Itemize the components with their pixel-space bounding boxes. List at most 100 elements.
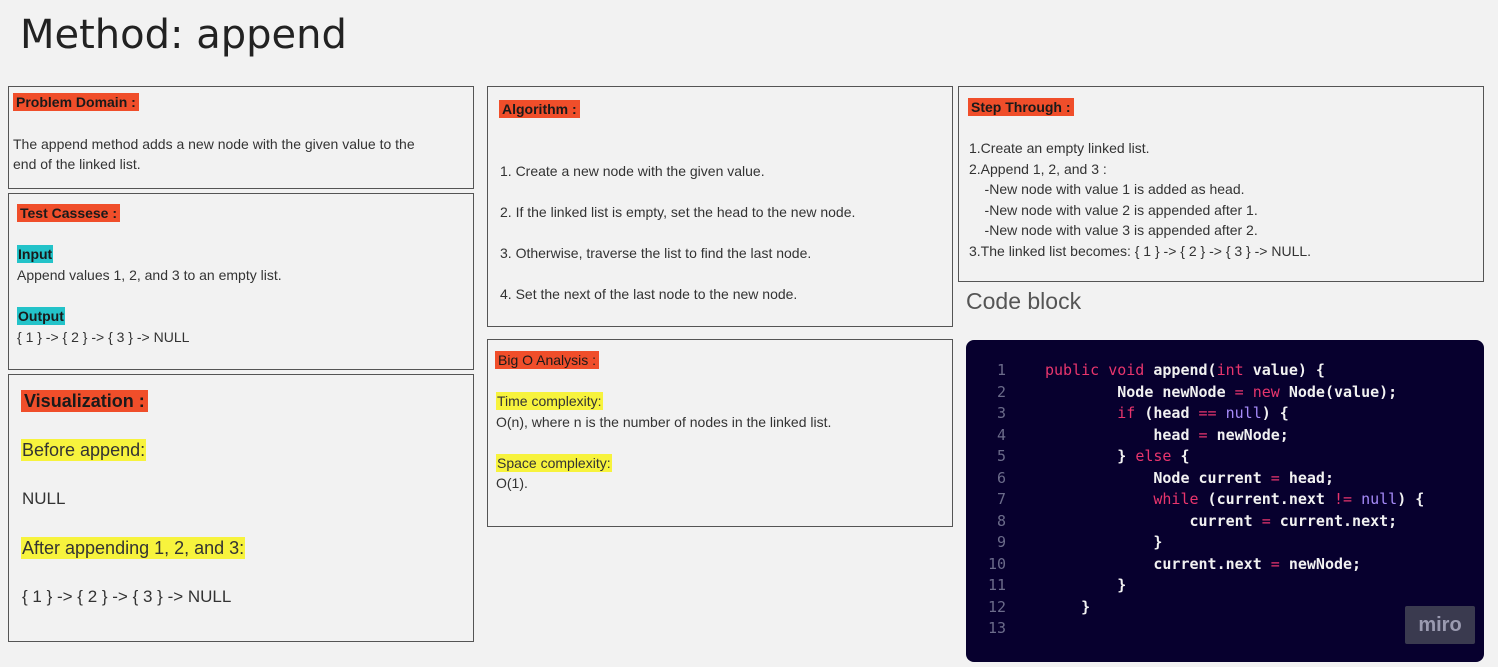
code-token: Node(value); — [1279, 382, 1398, 401]
step-through-heading: Step Through : — [968, 98, 1074, 116]
algorithm-step: 4. Set the next of the last node to the … — [500, 286, 798, 302]
code-line-number: 8 — [996, 511, 1006, 530]
after-append-label: After appending 1, 2, and 3: — [21, 537, 246, 559]
problem-domain-heading: Problem Domain : — [13, 93, 139, 111]
code-token: public void — [1045, 361, 1154, 379]
code-token: = — [1270, 468, 1280, 487]
code-token: new — [1243, 382, 1280, 401]
time-complexity-label: Time complexity: — [496, 392, 603, 410]
step-through-line: -New node with value 1 is added as head. — [969, 181, 1245, 197]
code-line: current.next = newNode; — [1045, 554, 1361, 576]
code-token: head; — [1279, 468, 1334, 487]
code-token: = — [1234, 382, 1244, 401]
code-token: Node current — [1045, 468, 1271, 487]
code-token: } — [1045, 576, 1127, 594]
code-token: { — [1171, 447, 1190, 465]
code-line-number: 9 — [996, 533, 1006, 551]
code-line-number: 12 — [987, 597, 1006, 616]
code-token: == — [1198, 404, 1217, 422]
step-through-card[interactable]: Step Through : 1.Create an empty linked … — [958, 86, 1484, 282]
space-complexity-label: Space complexity: — [496, 454, 612, 472]
code-line-number: 2 — [996, 382, 1006, 401]
step-through-line: 3.The linked list becomes: { 1 } -> { 2 … — [969, 243, 1312, 259]
code-block-label: Code block — [966, 288, 1082, 314]
code-line: if (head == null) { — [1045, 403, 1289, 425]
code-token: newNode; — [1207, 425, 1289, 444]
code-token: != — [1334, 490, 1353, 508]
space-complexity-text: O(1). — [496, 475, 528, 491]
code-token: else — [1135, 447, 1172, 465]
algorithm-step: 3. Otherwise, traverse the list to find … — [500, 245, 812, 261]
big-o-heading: Big O Analysis : — [495, 351, 600, 369]
step-through-line: 2.Append 1, 2, and 3 : — [969, 161, 1107, 177]
output-label: Output — [17, 307, 65, 325]
code-token: append( — [1153, 361, 1217, 379]
code-line: current = current.next; — [1045, 511, 1397, 533]
time-complexity-text: O(n), where n is the number of nodes in … — [496, 414, 832, 430]
code-token: null — [1352, 490, 1398, 508]
code-token: = — [1270, 554, 1280, 573]
output-text: { 1 } -> { 2 } -> { 3 } -> NULL — [17, 329, 190, 345]
problem-domain-card[interactable]: Problem Domain : The append method adds … — [8, 86, 474, 189]
code-line-number: 10 — [987, 554, 1006, 573]
code-token: Node newNode — [1045, 382, 1235, 401]
algorithm-step: 1. Create a new node with the given valu… — [500, 163, 765, 179]
after-append-value: { 1 } -> { 2 } -> { 3 } -> NULL — [22, 587, 232, 606]
code-line: } — [1045, 575, 1126, 597]
algorithm-step: 2. If the linked list is empty, set the … — [500, 204, 856, 220]
code-line: Node current = head; — [1045, 468, 1334, 490]
code-line: while (current.next != null) { — [1045, 489, 1424, 511]
code-line: public void append(int value) { — [1045, 360, 1325, 382]
code-line-number: 13 — [987, 619, 1006, 637]
code-token: current.next — [1045, 554, 1271, 573]
input-label: Input — [17, 245, 54, 263]
code-line: } else { — [1045, 446, 1190, 468]
code-token: ) { — [1261, 404, 1289, 422]
visualization-card[interactable]: Visualization : Before append: NULL Afte… — [8, 374, 474, 642]
code-token: value) { — [1243, 361, 1325, 379]
code-token: (head — [1135, 404, 1199, 422]
code-line-number: 6 — [996, 468, 1006, 487]
step-through-line: 1.Create an empty linked list. — [969, 140, 1150, 156]
before-append-label: Before append: — [21, 439, 147, 461]
code-token: ) { — [1397, 490, 1425, 508]
code-token: newNode; — [1279, 554, 1362, 573]
step-through-line: -New node with value 2 is appended after… — [969, 202, 1258, 218]
code-token: null — [1216, 404, 1262, 422]
code-token: = — [1261, 511, 1271, 530]
problem-domain-line: end of the linked list. — [13, 156, 141, 172]
code-token: head — [1045, 425, 1199, 444]
code-token: (current.next — [1198, 490, 1334, 508]
code-line-number: 5 — [996, 447, 1006, 465]
input-text: Append values 1, 2, and 3 to an empty li… — [17, 267, 282, 283]
algorithm-heading: Algorithm : — [499, 100, 580, 118]
code-line-number: 7 — [996, 490, 1006, 508]
test-cases-heading: Test Cassese : — [17, 204, 121, 222]
code-line: head = newNode; — [1045, 425, 1289, 447]
code-line: } — [1045, 532, 1162, 554]
code-line-number: 4 — [996, 425, 1006, 444]
algorithm-card[interactable]: Algorithm : 1. Create a new node with th… — [487, 86, 953, 327]
visualization-heading: Visualization : — [21, 390, 148, 412]
code-line-number: 1 — [996, 361, 1006, 379]
code-line: } — [1045, 597, 1090, 619]
code-line-number: 11 — [987, 576, 1006, 594]
code-token: } — [1045, 597, 1091, 616]
code-token: } — [1045, 533, 1163, 551]
code-token: current.next; — [1270, 511, 1398, 530]
code-token: = — [1198, 425, 1208, 444]
test-cases-card[interactable]: Test Cassese : Input Append values 1, 2,… — [8, 193, 474, 370]
code-token: if — [1045, 404, 1136, 422]
code-token: int — [1216, 361, 1244, 379]
code-token: } — [1045, 447, 1136, 465]
code-token: while — [1045, 490, 1199, 508]
big-o-card[interactable]: Big O Analysis : Time complexity: O(n), … — [487, 339, 953, 527]
before-append-value: NULL — [22, 489, 66, 508]
step-through-line: -New node with value 3 is appended after… — [969, 222, 1258, 238]
problem-domain-line: The append method adds a new node with t… — [13, 136, 415, 152]
page-title: Method: append — [20, 12, 347, 58]
code-line-number: 3 — [996, 404, 1006, 422]
code-token: current — [1045, 511, 1262, 530]
miro-watermark[interactable]: miro — [1405, 606, 1475, 644]
code-line: Node newNode = new Node(value); — [1045, 382, 1397, 404]
